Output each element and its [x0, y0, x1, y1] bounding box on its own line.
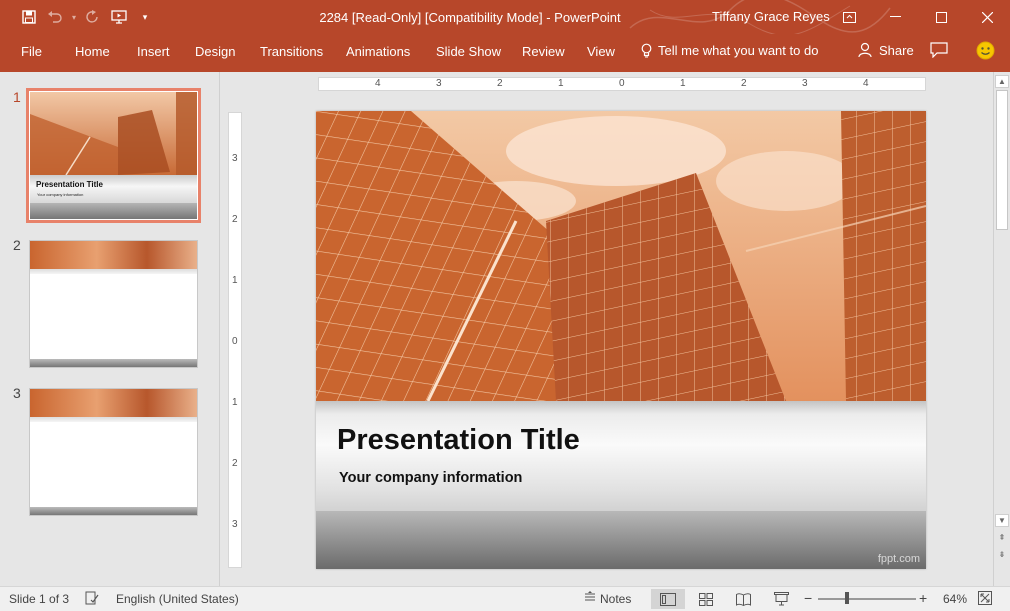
- thumbnail-header-band: [30, 389, 197, 417]
- ruler-label: 3: [802, 78, 808, 89]
- thumbnail-header-shadow: [30, 269, 197, 274]
- thumbnail-title: Presentation Title: [36, 180, 103, 189]
- thumbnail-footer: [30, 203, 197, 219]
- start-from-beginning-icon[interactable]: [108, 6, 130, 28]
- tab-home[interactable]: Home: [75, 44, 110, 59]
- slide-thumbnails-pane: 1 Presentation Title Your company inform…: [0, 72, 220, 586]
- notes-icon[interactable]: [584, 591, 596, 606]
- slide-number-3: 3: [13, 385, 21, 401]
- tab-animations[interactable]: Animations: [346, 44, 410, 59]
- horizontal-ruler: 4 3 2 1 0 1 2 3 4: [318, 77, 926, 91]
- watermark: fppt.com: [877, 553, 920, 565]
- zoom-level[interactable]: 64%: [943, 592, 967, 606]
- slide-hero-image: [316, 111, 926, 401]
- quick-access-toolbar: ▾ ▾: [0, 0, 156, 34]
- redo-icon[interactable]: [82, 6, 104, 28]
- ruler-label: 0: [232, 336, 238, 347]
- thumbnail-footer: [30, 359, 197, 367]
- save-icon[interactable]: [18, 6, 40, 28]
- ruler-label: 3: [436, 78, 442, 89]
- slide-sorter-icon[interactable]: [693, 589, 719, 609]
- tab-transitions[interactable]: Transitions: [260, 44, 323, 59]
- close-icon[interactable]: [964, 0, 1010, 34]
- normal-view-icon[interactable]: [651, 589, 685, 609]
- zoom-slider[interactable]: [818, 598, 916, 600]
- scroll-up-icon[interactable]: ▲: [995, 75, 1009, 88]
- slide-thumbnail-1[interactable]: Presentation Title Your company informat…: [26, 88, 201, 223]
- thumbnail-hero-image: [30, 92, 197, 175]
- ruler-label: 1: [232, 397, 238, 408]
- scroll-thumb[interactable]: [996, 90, 1008, 230]
- tab-view[interactable]: View: [587, 44, 615, 59]
- tab-insert[interactable]: Insert: [137, 44, 170, 59]
- ruler-label: 1: [232, 275, 238, 286]
- footer-band: [316, 511, 926, 569]
- minimize-icon[interactable]: [872, 0, 918, 34]
- ruler-label: 2: [497, 78, 503, 89]
- previous-slide-icon[interactable]: ⇞: [995, 531, 1009, 544]
- slide-subtitle[interactable]: Your company information: [339, 470, 522, 486]
- next-slide-icon[interactable]: ⇟: [995, 548, 1009, 561]
- title-bar: ▾ ▾ 2284 [Read-Only] [Compatibility Mode…: [0, 0, 1010, 34]
- spell-check-icon[interactable]: [85, 591, 99, 608]
- zoom-in-icon[interactable]: +: [919, 590, 927, 606]
- smiley-feedback-icon[interactable]: [976, 41, 995, 63]
- slide-title[interactable]: Presentation Title: [337, 424, 580, 457]
- tab-slide-show[interactable]: Slide Show: [436, 44, 501, 59]
- ruler-label: 3: [232, 519, 238, 530]
- ribbon-display-options-icon[interactable]: [826, 0, 872, 34]
- ruler-label: 2: [741, 78, 747, 89]
- share-label: Share: [879, 42, 914, 58]
- slide-number-1: 1: [13, 89, 21, 105]
- slide-thumbnail-2[interactable]: [29, 240, 198, 368]
- slide-show-view-icon[interactable]: [768, 589, 794, 609]
- ruler-label: 1: [680, 78, 686, 89]
- reading-view-icon[interactable]: [730, 589, 756, 609]
- ruler-label: 4: [863, 78, 869, 89]
- undo-dropdown-icon[interactable]: ▾: [70, 6, 78, 28]
- fit-slide-icon[interactable]: [978, 591, 992, 608]
- ruler-label: 0: [619, 78, 625, 89]
- language-indicator[interactable]: English (United States): [116, 592, 239, 606]
- person-icon: [858, 42, 872, 58]
- vertical-scrollbar[interactable]: ▲ ▼ ⇞ ⇟: [993, 72, 1010, 586]
- tab-file[interactable]: File: [21, 44, 42, 59]
- window-controls: [826, 0, 1010, 34]
- undo-icon[interactable]: [44, 6, 66, 28]
- ruler-label: 2: [232, 214, 238, 225]
- customize-qat-icon[interactable]: ▾: [134, 6, 156, 28]
- thumbnail-footer: [30, 507, 197, 515]
- slide-number-2: 2: [13, 237, 21, 253]
- current-slide[interactable]: Presentation Title Your company informat…: [316, 111, 926, 569]
- vertical-ruler: 3 2 1 0 1 2 3: [228, 112, 242, 568]
- ruler-label: 4: [375, 78, 381, 89]
- ruler-label: 1: [558, 78, 564, 89]
- thumbnail-header-band: [30, 241, 197, 269]
- notes-button[interactable]: Notes: [600, 592, 631, 606]
- tell-me-label: Tell me what you want to do: [658, 43, 819, 58]
- ribbon-tabs: File Home Insert Design Transitions Anim…: [0, 34, 1010, 72]
- maximize-icon[interactable]: [918, 0, 964, 34]
- slide-thumbnail-3[interactable]: [29, 388, 198, 516]
- share-button[interactable]: Share: [858, 42, 914, 58]
- lightbulb-icon: [641, 43, 652, 58]
- tab-design[interactable]: Design: [195, 44, 235, 59]
- tell-me-search[interactable]: Tell me what you want to do: [641, 43, 818, 58]
- window-title: 2284 [Read-Only] [Compatibility Mode] - …: [319, 9, 621, 25]
- ruler-label: 3: [232, 153, 238, 164]
- zoom-slider-thumb[interactable]: [845, 592, 850, 604]
- user-name[interactable]: Tiffany Grace Reyes: [712, 9, 830, 24]
- slide-indicator: Slide 1 of 3: [9, 592, 70, 606]
- thumbnail-subtitle: Your company information: [37, 192, 84, 197]
- status-bar: Slide 1 of 3 English (United States) Not…: [0, 586, 1010, 611]
- thumbnail-header-shadow: [30, 417, 197, 422]
- tab-review[interactable]: Review: [522, 44, 565, 59]
- ruler-label: 2: [232, 458, 238, 469]
- zoom-out-icon[interactable]: −: [804, 590, 812, 606]
- scroll-down-icon[interactable]: ▼: [995, 514, 1009, 527]
- comments-icon[interactable]: [930, 42, 948, 61]
